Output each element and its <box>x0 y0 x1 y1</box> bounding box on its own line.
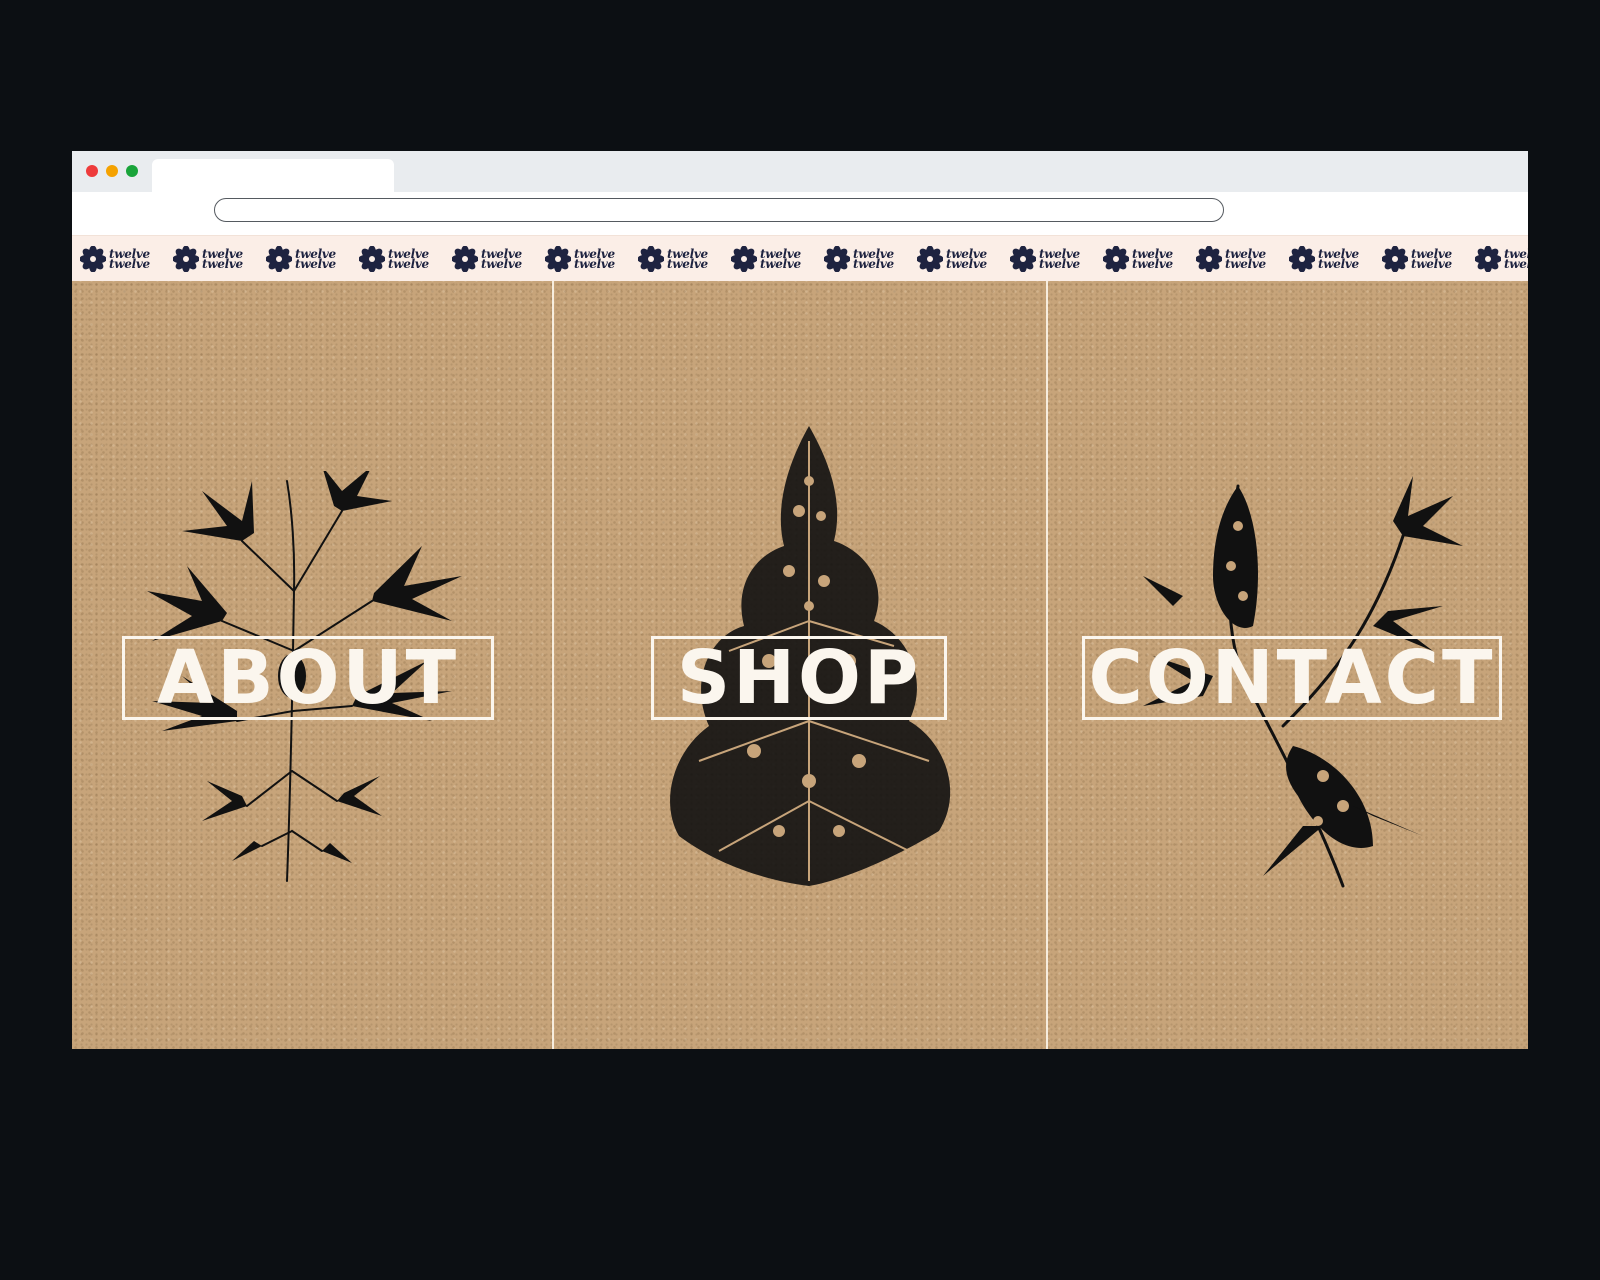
contact-panel[interactable]: CONTACT <box>1048 281 1528 1049</box>
brand-logo: twelvetwelve <box>1475 242 1528 276</box>
flower-icon <box>824 246 850 272</box>
brand-wordmark: twelvetwelve <box>946 247 987 271</box>
flower-icon <box>638 246 664 272</box>
brand-wordmark: twelvetwelve <box>1318 247 1359 271</box>
brand-wordmark: twelvetwelve <box>667 247 708 271</box>
brand-logo: twelvetwelve <box>731 242 824 276</box>
brand-logo: twelvetwelve <box>1382 242 1475 276</box>
active-tab[interactable] <box>152 159 394 192</box>
brand-wordmark: twelvetwelve <box>760 247 801 271</box>
brand-logo: twelvetwelve <box>1196 242 1289 276</box>
flower-icon <box>452 246 478 272</box>
flower-icon <box>917 246 943 272</box>
tab-bar <box>72 151 1528 192</box>
about-panel[interactable]: ABOUT <box>72 281 554 1049</box>
brand-logo: twelvetwelve <box>1289 242 1382 276</box>
brand-logo: twelvetwelve <box>545 242 638 276</box>
brand-wordmark: twelvetwelve <box>574 247 615 271</box>
about-label: ABOUT <box>156 635 460 721</box>
brand-wordmark: twelvetwelve <box>202 247 243 271</box>
brand-wordmark: twelvetwelve <box>1039 247 1080 271</box>
brand-logo-strip: twelve twelve twelve twelve twelve twelve twel… <box>72 235 1528 282</box>
brand-wordmark: twelvetwelve <box>481 247 522 271</box>
brand-wordmark: twelvetwelve <box>295 247 336 271</box>
brand-logo: twelvetwelve <box>266 242 359 276</box>
maximize-button[interactable] <box>126 165 138 177</box>
about-link[interactable]: ABOUT <box>122 636 494 720</box>
flower-icon <box>1196 246 1222 272</box>
flower-icon <box>1382 246 1408 272</box>
browser-window: twelve twelve twelve twelve twelve twelve twel… <box>72 151 1528 1049</box>
logo-row: twelve twelve twelve twelve twelve twelve twel… <box>80 242 1528 276</box>
close-button[interactable] <box>86 165 98 177</box>
brand-wordmark: twelvetwelve <box>1225 247 1266 271</box>
contact-label: CONTACT <box>1088 635 1496 721</box>
flower-icon <box>1475 246 1501 272</box>
flower-icon <box>545 246 571 272</box>
brand-logo: twelvetwelve <box>638 242 731 276</box>
contact-link[interactable]: CONTACT <box>1082 636 1502 720</box>
brand-wordmark: twelvetwelve <box>1411 247 1452 271</box>
brand-wordmark: twelvetwelve <box>388 247 429 271</box>
minimize-button[interactable] <box>106 165 118 177</box>
brand-logo: twelvetwelve <box>173 242 266 276</box>
address-bar[interactable] <box>214 198 1224 222</box>
brand-wordmark: twelvetwelve <box>109 247 150 271</box>
brand-logo: twelvetwelve <box>452 242 545 276</box>
flower-icon <box>266 246 292 272</box>
flower-icon <box>80 246 106 272</box>
brand-wordmark: twelvetwelve <box>1132 247 1173 271</box>
brand-wordmark: twelvetwelve <box>1504 247 1528 271</box>
brand-logo: twelvetwelve <box>1010 242 1103 276</box>
brand-logo: twelvetwelve <box>824 242 917 276</box>
flower-icon <box>1289 246 1315 272</box>
window-controls <box>86 165 138 177</box>
shop-link[interactable]: SHOP <box>651 636 947 720</box>
flower-icon <box>1103 246 1129 272</box>
flower-icon <box>173 246 199 272</box>
shop-label: SHOP <box>676 635 922 721</box>
brand-logo: twelvetwelve <box>359 242 452 276</box>
flower-icon <box>731 246 757 272</box>
browser-toolbar <box>72 192 1528 235</box>
flower-icon <box>1010 246 1036 272</box>
main-content: ABOUT SHOP CONTACT <box>72 281 1528 1049</box>
shop-panel[interactable]: SHOP <box>554 281 1048 1049</box>
brand-logo: twelvetwelve <box>80 242 173 276</box>
flower-icon <box>359 246 385 272</box>
brand-logo: twelvetwelve <box>917 242 1010 276</box>
brand-logo: twelvetwelve <box>1103 242 1196 276</box>
brand-wordmark: twelvetwelve <box>853 247 894 271</box>
